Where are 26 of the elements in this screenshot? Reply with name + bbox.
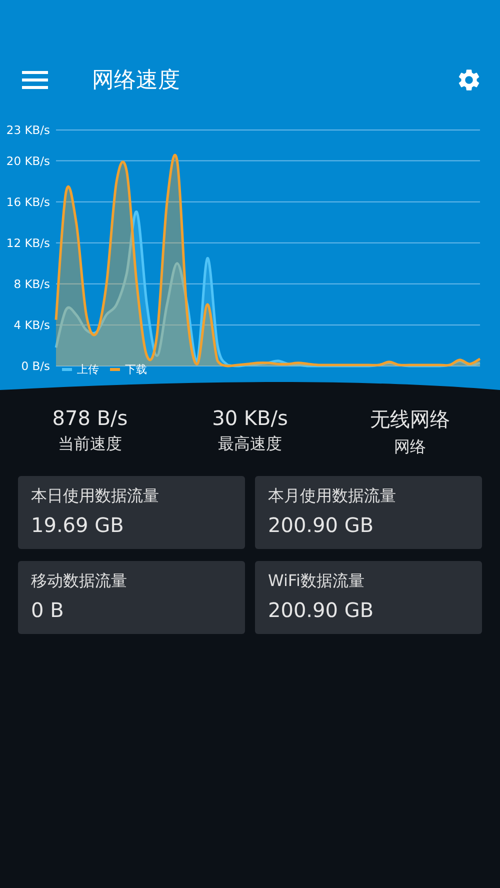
axis-label: 20 KB/s [6,154,50,168]
card-value: 200.90 GB [268,513,375,537]
stat-label: 网络 [394,437,426,458]
stat-value: 无线网络 [370,406,450,433]
axis-label: 8 KB/s [14,276,50,291]
axis-label: 12 KB/s [6,236,50,250]
card-label: 本日使用数据流量 [31,486,160,507]
legend-label: 下载 [125,362,147,376]
stat-value: 30 KB/s [212,406,288,430]
app-title: 网络速度 [92,67,181,95]
axis-label: 23 KB/s [6,123,50,137]
stat-label: 当前速度 [58,434,122,455]
axis-label: 4 KB/s [14,318,50,332]
stat-value: 878 B/s [52,406,128,430]
settings-icon[interactable] [456,67,482,93]
menu-icon[interactable] [22,70,48,90]
card-label: WiFi数据流量 [268,571,366,592]
card-label: 本月使用数据流量 [268,486,397,507]
card-value: 200.90 GB [268,598,375,622]
stat-label: 最高速度 [218,434,282,455]
card-label: 移动数据流量 [31,571,128,592]
axis-label: 0 B/s [21,359,50,372]
legend-label: 上传 [77,362,99,376]
card-value: 0 B [31,598,65,622]
axis-label: 16 KB/s [6,194,50,209]
card-value: 19.69 GB [31,513,125,537]
